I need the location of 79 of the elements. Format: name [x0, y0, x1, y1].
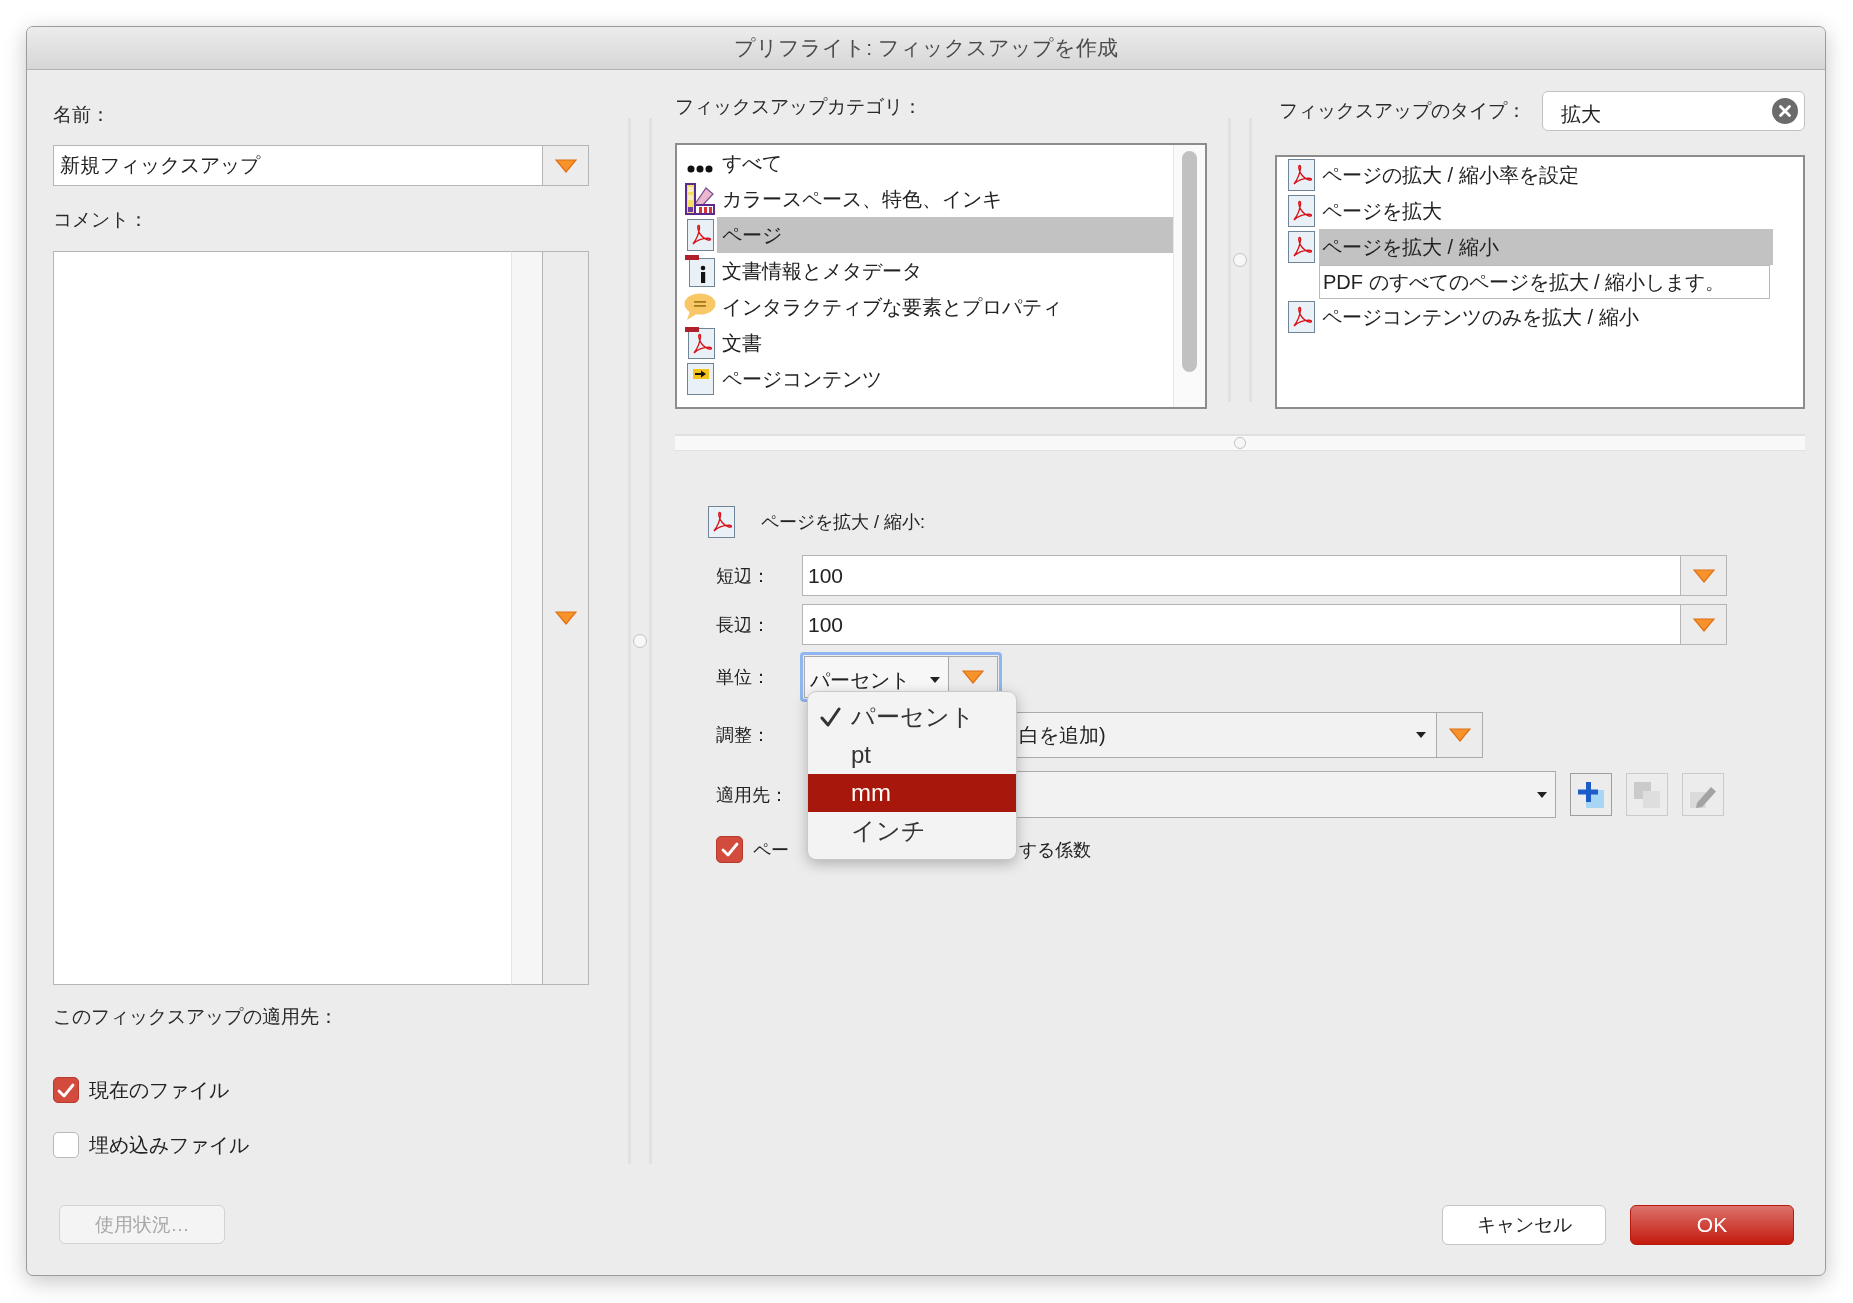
splitter-bar[interactable]	[675, 434, 1805, 451]
checkbox[interactable]	[53, 1077, 79, 1103]
list-item[interactable]: 文書	[717, 325, 1173, 361]
checkbox[interactable]	[53, 1132, 79, 1158]
cancel-button[interactable]: キャンセル	[1442, 1205, 1606, 1245]
add-button[interactable]	[1570, 773, 1612, 816]
clear-icon[interactable]	[1772, 98, 1798, 124]
field-label: 長辺：	[716, 613, 771, 637]
comment-field[interactable]	[53, 251, 511, 985]
dots-icon	[687, 165, 713, 173]
splitter-handle[interactable]	[1233, 253, 1247, 267]
menu-item[interactable]: mm	[808, 774, 1016, 812]
list-item[interactable]: 文書情報とメタデータ	[717, 253, 1173, 289]
field-label: フィックスアップのタイプ：	[1279, 99, 1526, 123]
field-label: コメント：	[53, 208, 148, 232]
checkbox-label: する係数	[1019, 838, 1091, 862]
window-title: プリフライト: フィックスアップを作成	[734, 35, 1118, 61]
field-label: 適用先：	[716, 783, 789, 807]
check-icon	[820, 707, 841, 727]
checkbox[interactable]	[716, 836, 743, 863]
dropdown-button[interactable]	[542, 145, 589, 186]
triangle-icon	[962, 670, 984, 684]
field-label: 名前：	[53, 103, 110, 127]
caret-icon	[930, 677, 940, 683]
pdf-page-icon	[708, 506, 735, 538]
menu-item[interactable]: インチ	[808, 812, 1016, 850]
name-field[interactable]: 新規フィックスアップ	[53, 145, 542, 186]
caret-icon	[1537, 791, 1547, 798]
ok-button[interactable]: OK	[1630, 1205, 1794, 1245]
pdf-document-icon	[685, 327, 715, 359]
triangle-icon	[1692, 568, 1715, 583]
list-item[interactable]: ページコンテンツ	[717, 361, 1173, 397]
field-label: 短辺：	[716, 564, 771, 588]
dropdown-button[interactable]	[1680, 604, 1727, 645]
pdf-page-icon	[1288, 231, 1315, 263]
triangle-icon	[554, 611, 577, 625]
dropdown-button[interactable]	[542, 251, 589, 985]
list-item[interactable]: ページを拡大 / 縮小	[1319, 229, 1773, 265]
list-item[interactable]: ページ	[717, 217, 1173, 253]
dropdown-button[interactable]	[1680, 555, 1727, 596]
text-field[interactable]: 100	[802, 604, 1680, 645]
text-field[interactable]: 100	[802, 555, 1680, 596]
field-label: フィックスアップカテゴリ：	[675, 95, 922, 119]
color-swatches-icon	[685, 183, 715, 215]
list-item[interactable]: すべて	[717, 145, 1173, 181]
triangle-icon	[1692, 617, 1715, 632]
list-item[interactable]: カラースペース、特色、インキ	[717, 181, 1173, 217]
list-item[interactable]: ページの拡大 / 縮小率を設定	[1319, 157, 1773, 193]
scrollbar-track[interactable]	[511, 251, 542, 985]
pdf-page-icon	[686, 219, 714, 251]
pdf-page-icon	[1288, 195, 1315, 227]
triangle-icon	[554, 158, 577, 173]
stacked-squares-icon	[1633, 780, 1661, 809]
field-label: 調整：	[716, 724, 771, 747]
list-item[interactable]: ページを拡大	[1319, 193, 1773, 229]
list-item[interactable]: インタラクティブな要素とプロパティ	[717, 289, 1173, 325]
checkbox-label: ペー	[753, 838, 790, 862]
checkbox-label: 現在のファイル	[89, 1078, 229, 1103]
search-field[interactable]: 拡大	[1542, 91, 1805, 131]
tooltip: PDF のすべてのページを拡大 / 縮小します。	[1319, 265, 1770, 299]
dropdown-button[interactable]	[1437, 712, 1483, 758]
splitter-handle[interactable]	[1234, 437, 1246, 449]
plus-icon	[1577, 780, 1605, 809]
caret-icon	[1416, 732, 1426, 738]
field-label: このフィックスアップの適用先：	[53, 1005, 338, 1029]
pdf-page-icon	[1288, 159, 1315, 191]
speech-bubble-icon	[684, 293, 716, 321]
section-title: ページを拡大 / 縮小:	[761, 511, 925, 534]
checkbox-label: 埋め込みファイル	[89, 1133, 249, 1158]
pdf-page-icon	[1288, 301, 1315, 333]
info-page-icon	[685, 255, 715, 287]
triangle-icon	[1448, 728, 1471, 742]
check-icon	[57, 1082, 75, 1098]
splitter-handle[interactable]	[633, 634, 647, 648]
scrollbar-thumb[interactable]	[1182, 151, 1197, 372]
field-label: 単位：	[716, 666, 771, 689]
list-item[interactable]: ページコンテンツのみを拡大 / 縮小	[1319, 299, 1773, 335]
check-icon	[720, 842, 739, 857]
arrow-page-icon	[686, 363, 714, 395]
